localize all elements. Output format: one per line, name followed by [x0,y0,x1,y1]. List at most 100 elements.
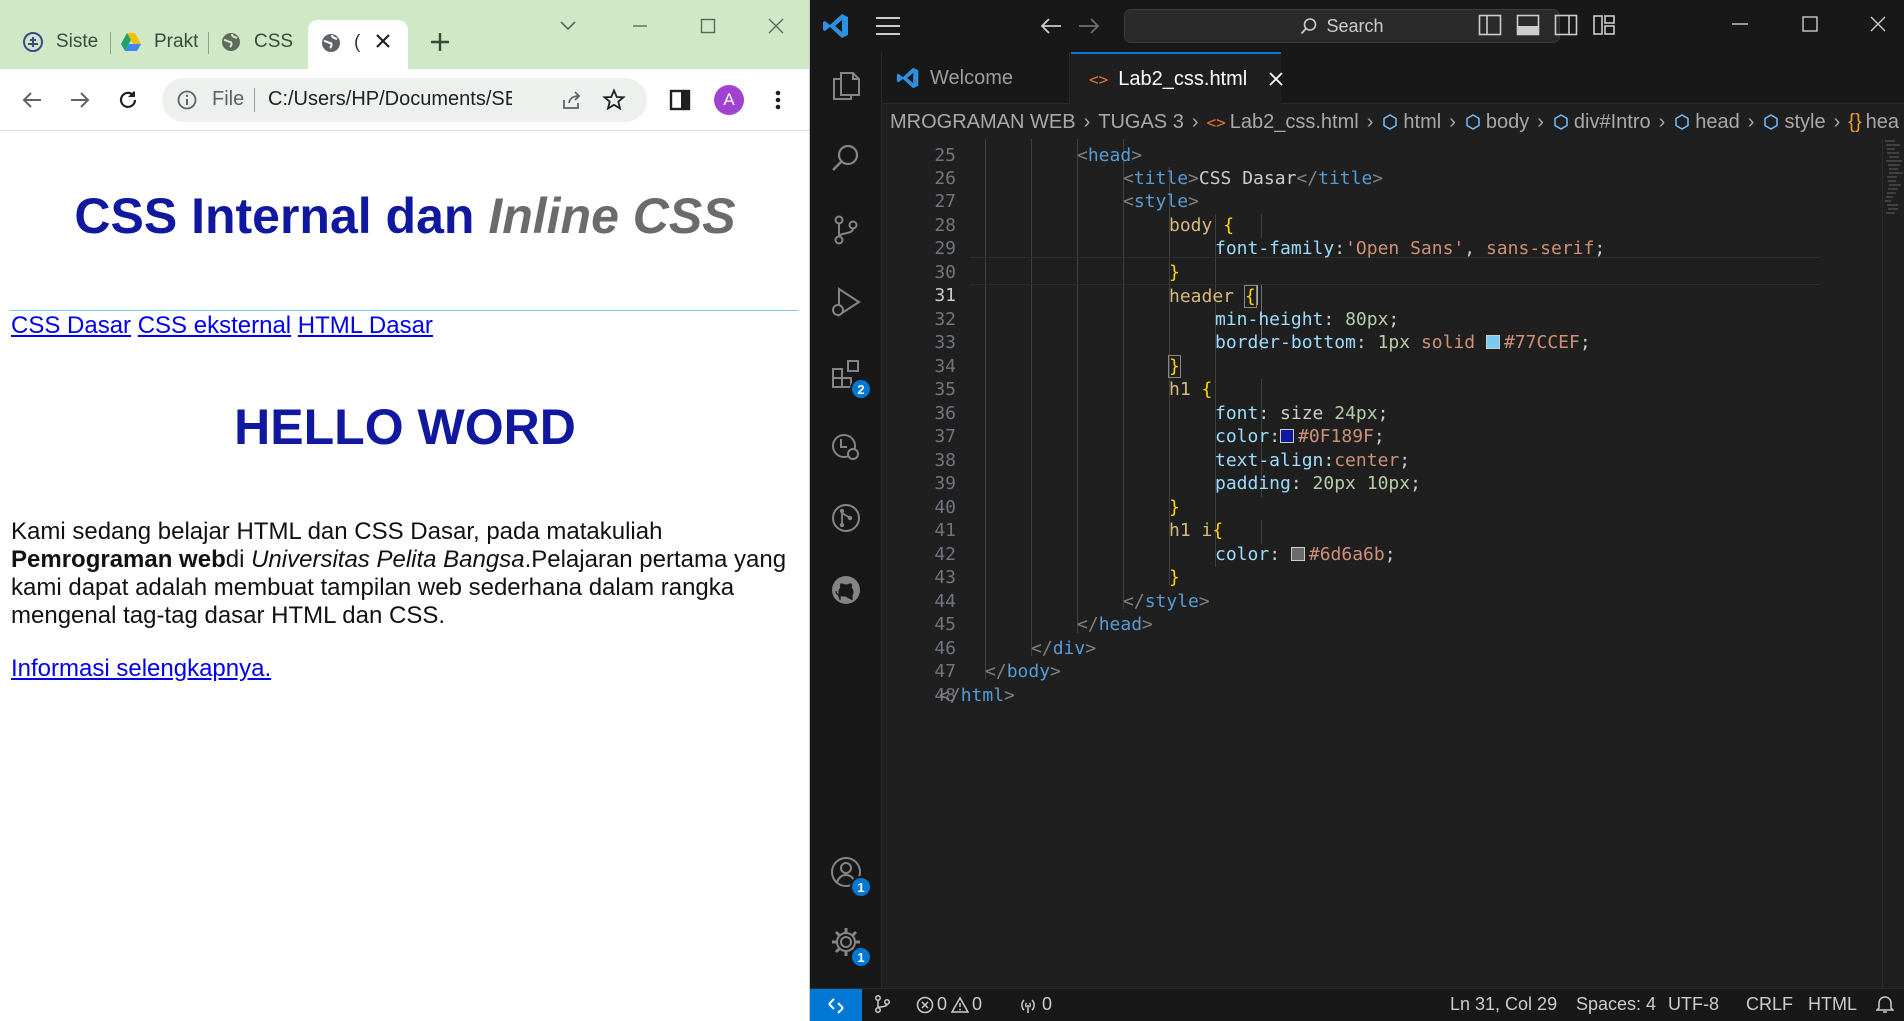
indent-guide [1077,139,1078,633]
breadcrumb-item[interactable]: style [1784,111,1825,134]
toggle-primary-sidebar-icon[interactable] [1478,14,1504,38]
minimize-icon[interactable] [628,14,652,38]
indent-guide [1261,520,1262,544]
line-number: 46 [934,638,956,659]
github-icon[interactable] [826,570,866,610]
tab-lab2-css-html[interactable]: <> Lab2_css.html [1071,52,1283,104]
hamburger-menu-icon[interactable] [874,14,902,38]
close-tab-icon[interactable] [1264,67,1288,91]
browser-tab[interactable]: Siste [22,24,102,60]
code-line: color: #0F189F; [1215,426,1385,447]
back-arrow-icon[interactable] [1038,13,1064,39]
customize-layout-icon[interactable] [1592,14,1618,38]
extensions-badge: 2 [850,378,872,400]
extensions-icon[interactable]: 2 [826,354,872,400]
encoding-status[interactable]: UTF-8 [1668,994,1719,1015]
close-window-icon[interactable] [764,14,788,38]
accounts-icon[interactable]: 1 [826,852,872,898]
nav-link-css-dasar[interactable]: CSS Dasar [11,312,131,339]
line-number: 32 [934,309,956,330]
search-icon[interactable] [826,138,866,178]
line-number: 38 [934,450,956,471]
reload-icon[interactable] [110,82,146,118]
forward-arrow-icon[interactable] [1076,13,1102,39]
source-control-icon[interactable] [826,210,866,250]
side-panel-icon[interactable] [662,82,698,118]
run-debug-icon[interactable] [826,282,866,322]
symbol-element-icon [1381,113,1399,131]
language-mode[interactable]: HTML [1808,994,1857,1015]
code-line: </style> [1123,591,1210,612]
line-number: 42 [934,544,956,565]
vscode-window: Search 2 1 1 Welcome <> Lab2_css.html MR… [810,0,1904,1021]
bell-icon[interactable] [1876,994,1894,1014]
gear-icon[interactable]: 1 [826,922,872,968]
more-info-link[interactable]: Informasi selengkapnya. [11,655,271,683]
activity-bar: 2 1 1 [810,52,882,988]
kebab-menu-icon[interactable] [760,82,796,118]
minimap[interactable] [1882,139,1904,988]
code-editor[interactable]: 25 26 27 28 29 30 31 32 33 34 35 36 37 3… [882,139,1904,988]
code-line: } [1169,497,1180,518]
line-number: 26 [934,168,956,189]
share-icon[interactable] [560,88,584,112]
browser-tab-strip: Siste Prakt CSS I ( [0,0,809,69]
toggle-secondary-sidebar-icon[interactable] [1554,14,1580,38]
accounts-badge: 1 [850,876,872,898]
remote-indicator-button[interactable] [810,989,862,1021]
bookmark-star-icon[interactable] [602,88,626,112]
breadcrumb-item[interactable]: MROGRAMAN WEB [890,111,1076,134]
code-line: <style> [1123,191,1199,212]
minimize-icon[interactable] [1730,14,1754,38]
maximize-icon[interactable] [696,14,720,38]
chevron-right-icon: › [1537,110,1544,133]
git-graph-icon[interactable] [826,498,866,538]
breadcrumb-item[interactable]: TUGAS 3 [1098,111,1184,134]
problems-status[interactable]: 0 0 [916,994,982,1015]
line-number: 34 [934,356,956,377]
breadcrumb-item[interactable]: Lab2_css.html [1230,111,1359,134]
color-swatch[interactable] [1290,547,1305,561]
close-tab-icon[interactable] [371,29,395,53]
breadcrumb-item[interactable]: html [1403,111,1441,134]
line-number: 29 [934,238,956,259]
breadcrumb-item[interactable]: head [1695,111,1740,134]
header-border [10,310,798,311]
toggle-panel-icon[interactable] [1516,14,1542,38]
google-drive-icon [120,31,142,53]
new-tab-icon[interactable] [426,28,454,56]
color-swatch[interactable] [1280,429,1295,443]
cursor-position[interactable]: Ln 31, Col 29 [1450,994,1557,1015]
code-line: <head> [1077,145,1143,166]
color-swatch[interactable] [1485,335,1500,349]
nav-link-css-eksternal[interactable]: CSS eksternal [138,312,291,339]
profile-avatar[interactable]: A [714,85,744,115]
browser-tab[interactable]: Prakt [120,24,200,60]
maximize-icon[interactable] [1800,14,1824,38]
address-bar[interactable]: File C:/Users/HP/Documents/SE... [162,78,647,122]
eol-status[interactable]: CRLF [1746,994,1793,1015]
line-number: 28 [934,215,956,236]
code-line: </head> [1077,614,1153,635]
forward-arrow-icon[interactable] [62,82,98,118]
explorer-icon[interactable] [826,66,866,106]
url-text[interactable]: C:/Users/HP/Documents/SE... [268,88,512,111]
breadcrumb-item[interactable]: body [1486,111,1529,134]
close-window-icon[interactable] [1868,14,1892,38]
back-arrow-icon[interactable] [14,82,50,118]
info-icon[interactable] [176,89,198,111]
tab-search-chevron-icon[interactable] [556,14,580,38]
indentation-status[interactable]: Spaces: 4 [1576,994,1656,1015]
source-control-status-icon[interactable] [872,994,892,1014]
ports-status[interactable]: 0 [1018,994,1052,1015]
breadcrumb-item[interactable]: div#Intro [1574,111,1651,134]
line-number: 45 [934,614,956,635]
indent-guide [1261,214,1262,238]
browser-tab[interactable]: CSS I [220,24,300,60]
nav-link-html-dasar[interactable]: HTML Dasar [298,312,433,339]
breadcrumb-item[interactable]: hea [1866,111,1899,134]
tab-welcome[interactable]: Welcome [882,52,1070,104]
line-number: 27 [934,191,956,212]
remote-explorer-icon[interactable] [826,426,866,466]
line-number: 36 [934,403,956,424]
